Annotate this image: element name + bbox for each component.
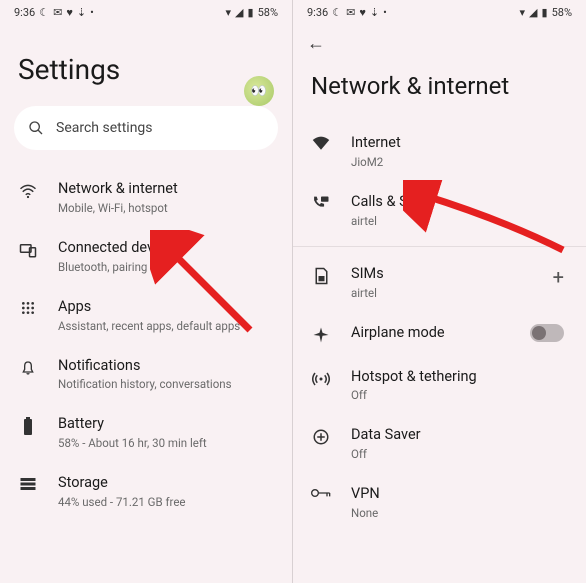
item-subtitle: None (351, 506, 568, 520)
battery-icon: ▮ (248, 6, 254, 19)
item-title: Storage (58, 474, 274, 493)
storage-icon (19, 476, 37, 492)
item-title: Battery (58, 415, 274, 434)
moon-icon: ☾ (39, 6, 49, 19)
status-battery: 58% (258, 6, 278, 19)
item-subtitle: airtel (351, 214, 568, 228)
item-subtitle: 44% used - 71.21 GB free (58, 495, 274, 509)
sim-icon (314, 267, 329, 285)
settings-screen: 9:36 ☾ ✉ ♥ ⇣ • ▾ ◢ ▮ 58% Settings Search… (0, 0, 293, 583)
setting-notifications[interactable]: Notifications Notification history, conv… (0, 345, 292, 404)
net-sims[interactable]: SIMs airtel + (293, 253, 586, 312)
net-hotspot[interactable]: Hotspot & tethering Off (293, 356, 586, 415)
status-bar: 9:36 ☾ ✉ ♥ ⇣ • ▾ ◢ ▮ 58% (0, 0, 292, 23)
item-subtitle: Mobile, Wi-Fi, hotspot (58, 201, 274, 215)
status-bar: 9:36 ☾ ✉ ♥ ⇣ • ▾ ◢ ▮ 58% (293, 0, 586, 23)
item-title: Hotspot & tethering (351, 368, 568, 387)
item-subtitle: Bluetooth, pairing (58, 260, 274, 274)
item-subtitle: 58% - About 16 hr, 30 min left (58, 436, 274, 450)
net-calls-sms[interactable]: Calls & SMS airtel (293, 181, 586, 240)
wifi-icon: ▾ (520, 6, 526, 19)
net-data-saver[interactable]: Data Saver Off (293, 414, 586, 473)
net-vpn[interactable]: VPN None (293, 473, 586, 532)
item-title: Network & internet (58, 180, 274, 199)
item-title: Apps (58, 298, 274, 317)
item-title: Calls & SMS (351, 193, 568, 212)
battery-icon (22, 417, 34, 437)
item-subtitle: Assistant, recent apps, default apps (58, 319, 274, 333)
item-subtitle: Off (351, 447, 568, 461)
download-icon: ⇣ (370, 6, 379, 19)
setting-apps[interactable]: Apps Assistant, recent apps, default app… (0, 286, 292, 345)
battery-icon: ▮ (542, 6, 548, 19)
item-title: SIMs (351, 265, 533, 284)
net-airplane-mode[interactable]: Airplane mode (293, 312, 586, 356)
status-time: 9:36 (307, 6, 328, 19)
status-time: 9:36 (14, 6, 35, 19)
item-subtitle: Off (351, 388, 568, 402)
search-icon (28, 120, 44, 136)
devices-icon (19, 241, 37, 259)
wifi-icon: ▾ (226, 6, 232, 19)
bell-icon (20, 359, 36, 377)
setting-network-internet[interactable]: Network & internet Mobile, Wi-Fi, hotspo… (0, 168, 292, 227)
search-settings[interactable]: Search settings (14, 106, 278, 150)
network-internet-screen: 9:36 ☾ ✉ ♥ ⇣ • ▾ ◢ ▮ 58% ← Network & int… (293, 0, 586, 583)
heart-icon: ♥ (359, 6, 366, 19)
data-saver-icon (312, 428, 330, 446)
item-title: Connected devices (58, 239, 274, 258)
item-title: Airplane mode (351, 324, 510, 343)
item-subtitle: Notification history, conversations (58, 377, 274, 391)
hotspot-icon (312, 370, 330, 388)
vpn-key-icon (311, 487, 331, 499)
page-title: Network & internet (293, 54, 586, 122)
avatar[interactable] (244, 76, 274, 106)
item-title: Internet (351, 134, 568, 153)
search-placeholder: Search settings (56, 120, 153, 136)
net-internet[interactable]: Internet JioM2 (293, 122, 586, 181)
wifi-icon (19, 182, 37, 200)
airplane-toggle[interactable] (530, 324, 564, 342)
item-title: Data Saver (351, 426, 568, 445)
item-title: VPN (351, 485, 568, 504)
mail-icon: ✉ (346, 6, 355, 19)
wifi-solid-icon (312, 136, 330, 150)
heart-icon: ♥ (66, 6, 73, 19)
setting-storage[interactable]: Storage 44% used - 71.21 GB free (0, 462, 292, 521)
divider (293, 246, 586, 247)
setting-connected-devices[interactable]: Connected devices Bluetooth, pairing (0, 227, 292, 286)
apps-icon (20, 300, 36, 316)
airplane-icon (312, 326, 330, 344)
item-subtitle: airtel (351, 286, 533, 300)
signal-icon: ◢ (529, 6, 537, 19)
mail-icon: ✉ (53, 6, 62, 19)
add-sim-button[interactable]: + (553, 265, 564, 289)
status-battery: 58% (552, 6, 572, 19)
item-title: Notifications (58, 357, 274, 376)
dot-icon: • (90, 6, 94, 19)
phone-sms-icon (312, 195, 330, 213)
setting-battery[interactable]: Battery 58% - About 16 hr, 30 min left (0, 403, 292, 462)
moon-icon: ☾ (332, 6, 342, 19)
download-icon: ⇣ (77, 6, 86, 19)
item-subtitle: JioM2 (351, 155, 568, 169)
dot-icon: • (383, 6, 387, 19)
signal-icon: ◢ (235, 6, 243, 19)
back-button[interactable]: ← (307, 33, 325, 54)
